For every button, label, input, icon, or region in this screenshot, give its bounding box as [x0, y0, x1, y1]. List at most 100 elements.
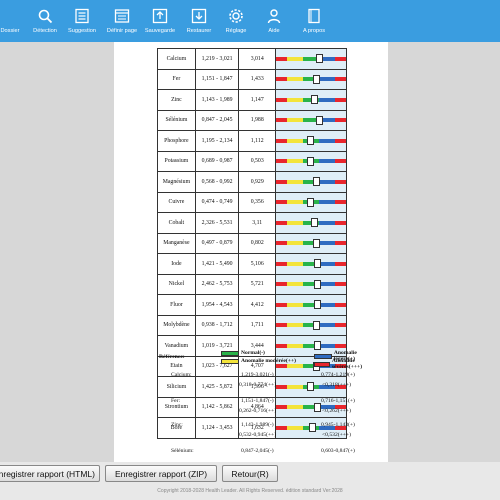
- bar-segment-red: [334, 241, 346, 246]
- report-page[interactable]: Calcium 1,219 - 3,021 3,014 Fer 1,151 - 1,84…: [114, 42, 388, 462]
- results-table: Calcium 1,219 - 3,021 3,014 Fer 1,151 - 1,84…: [157, 48, 348, 439]
- bar-segment-yellow: [287, 261, 303, 266]
- bar-segment-red: [275, 179, 288, 184]
- bar-segment-blue: [319, 77, 335, 82]
- bar-segment-yellow: [287, 159, 303, 164]
- table-row: Phosphore 1,195 - 2,134 1,112: [157, 130, 348, 152]
- bar-segment-red: [334, 200, 346, 205]
- bar-segment-blue: [319, 343, 335, 348]
- level-bar-cell: [274, 130, 348, 152]
- element-name-cell: Manganèse: [157, 232, 196, 254]
- reference-severe-range: <0,532(+++): [322, 432, 351, 438]
- reference-moderate-range: 0,532-0,945(++): [239, 432, 277, 438]
- table-row: Magnésium 0,568 - 0,992 0,929: [157, 171, 348, 193]
- bar-segment-red: [275, 302, 288, 307]
- toolbar-help-button[interactable]: Aide: [258, 0, 290, 42]
- magnifier-icon: [36, 7, 54, 25]
- normal-range-cell: 0,568 - 0,992: [194, 171, 240, 193]
- element-name-cell: Cobalt: [157, 212, 196, 234]
- level-marker: [314, 341, 322, 351]
- table-row: Cuivre 0,474 - 0,749 0,356: [157, 191, 348, 213]
- normal-range-cell: 2,462 - 5,753: [194, 273, 240, 295]
- level-marker: [314, 402, 322, 412]
- normal-range-cell: 2,326 - 5,531: [194, 212, 240, 234]
- toolbar-detection-button[interactable]: Détection: [28, 0, 62, 42]
- level-marker: [314, 279, 322, 289]
- toolbar-define-page-button[interactable]: Définir page: [102, 0, 142, 42]
- reference-light-range: 0,774-1,219(+): [321, 372, 355, 378]
- reference-name: Calcium:: [171, 372, 192, 378]
- table-row: Fer 1,151 - 1,847 1,433: [157, 68, 348, 90]
- level-marker: [307, 156, 315, 166]
- bar-segment-yellow: [287, 343, 303, 348]
- book-icon: [305, 7, 323, 25]
- table-row: Sélénium 0,847 - 2,045 1,988: [157, 109, 348, 131]
- save-report-html-button[interactable]: Enregistrer rapport (HTML): [0, 465, 100, 482]
- bar-segment-red: [334, 323, 346, 328]
- level-marker: [313, 238, 321, 248]
- measured-value-cell: 1,147: [238, 89, 276, 111]
- normal-range-cell: 1,425 - 5,872: [194, 376, 240, 398]
- bar-segment-red: [334, 282, 346, 287]
- bar-segment-red: [334, 56, 346, 61]
- level-bar: [275, 341, 346, 351]
- measured-value-cell: 1,988: [238, 109, 276, 131]
- reference-name: Fer:: [171, 398, 181, 404]
- bar-segment-yellow: [287, 425, 303, 430]
- measured-value-cell: 1,112: [238, 130, 276, 152]
- toolbar-restore-button[interactable]: Restaurer: [180, 0, 218, 42]
- bar-segment-red: [275, 118, 288, 123]
- bottom-bar: Enregistrer rapport (HTML) Enregistrer r…: [0, 462, 500, 500]
- table-row: Iode 1,421 - 5,490 5,106: [157, 253, 348, 275]
- toolbar-about-button[interactable]: A propos: [294, 0, 334, 42]
- reference-name: Zinc:: [171, 422, 183, 428]
- bar-segment-yellow: [287, 118, 303, 123]
- legend-severe-label: Anomalie sévères(+++): [331, 358, 363, 370]
- save-report-zip-button[interactable]: Enregistrer rapport (ZIP): [105, 465, 217, 482]
- element-name-cell: Sélénium: [157, 109, 196, 131]
- level-marker: [315, 54, 323, 64]
- element-name-cell: Iode: [157, 253, 196, 275]
- reference-normal-range: 1,219-3,021(-): [241, 372, 274, 378]
- toolbar-suggestion-button[interactable]: Suggestion: [62, 0, 102, 42]
- legend-swatch-red: [314, 361, 330, 367]
- measured-value-cell: 1,711: [238, 314, 276, 336]
- level-marker: [310, 95, 318, 105]
- reference-normal-range: 1,151-1,847(-): [241, 398, 274, 404]
- bar-segment-blue: [319, 200, 335, 205]
- bar-segment-blue: [319, 302, 335, 307]
- normal-range-cell: 1,954 - 4,543: [194, 294, 240, 316]
- toolbar-label: A propos: [302, 28, 326, 34]
- toolbar-settings-button[interactable]: Réglage: [218, 0, 254, 42]
- legend-swatch-green: [221, 350, 239, 356]
- toolbar-label: Définir page: [106, 28, 138, 34]
- legend-moderate-label: Anomalie modérée(++): [241, 358, 296, 364]
- level-marker: [310, 218, 318, 228]
- toolbar-label: Détection: [33, 28, 57, 34]
- level-marker: [313, 177, 321, 187]
- bar-segment-red: [275, 323, 288, 328]
- bar-segment-yellow: [287, 97, 303, 102]
- back-button[interactable]: Retour(R): [222, 465, 278, 482]
- bar-segment-blue: [319, 323, 335, 328]
- toolbar-label: Réglage: [225, 28, 247, 34]
- level-marker: [313, 74, 321, 84]
- bar-segment-red: [334, 77, 346, 82]
- bar-segment-yellow: [287, 384, 303, 389]
- legend-swatch-yellow: [221, 358, 239, 364]
- level-bar: [275, 300, 346, 310]
- bar-segment-red: [275, 97, 288, 102]
- bar-segment-blue: [319, 159, 335, 164]
- bar-segment-red: [275, 261, 288, 266]
- legend-severe: Anomalie sévères(+++): [314, 358, 379, 370]
- bar-segment-red: [275, 159, 288, 164]
- reference-light-range: 0,945-1,143(+): [321, 422, 355, 428]
- level-bar: [275, 259, 346, 269]
- table-row: Calcium 1,219 - 3,021 3,014: [157, 48, 348, 70]
- toolbar-dossier-button[interactable]: Dossier: [0, 0, 28, 42]
- toolbar-backup-button[interactable]: Sauvegarde: [140, 0, 180, 42]
- bar-segment-blue: [319, 241, 335, 246]
- normal-range-cell: 0,497 - 0,879: [194, 232, 240, 254]
- reference-light-range: 0,603-0,847(+): [321, 448, 355, 454]
- level-bar-cell: [274, 109, 348, 131]
